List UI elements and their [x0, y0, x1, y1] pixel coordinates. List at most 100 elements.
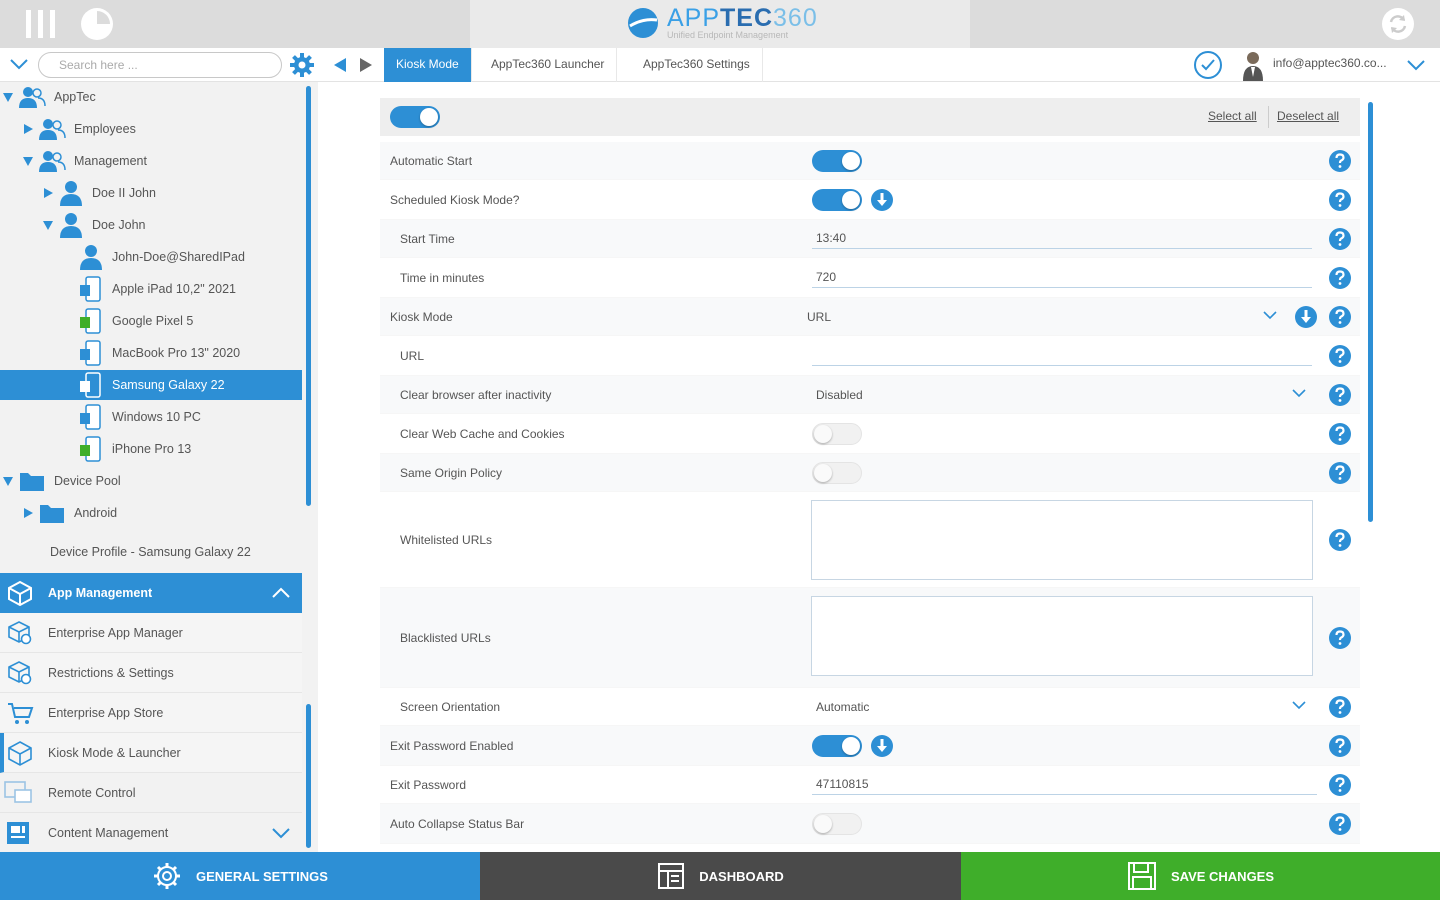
tree-node[interactable]: Samsung Galaxy 22: [0, 370, 302, 400]
chevron-down-icon[interactable]: [270, 825, 292, 841]
download-icon[interactable]: [870, 188, 894, 212]
setting-toggle[interactable]: [812, 189, 862, 211]
check-circle-icon[interactable]: [1193, 50, 1223, 80]
help-icon[interactable]: [1328, 383, 1352, 407]
caret-right-icon[interactable]: [42, 187, 54, 199]
tree-node[interactable]: Android: [22, 498, 117, 528]
master-toggle[interactable]: [390, 106, 440, 128]
setting-toggle[interactable]: [812, 813, 862, 835]
menu-icon[interactable]: [24, 8, 58, 40]
setting-row: Whitelisted URLs: [380, 492, 1360, 588]
content-scrollbar[interactable]: [1368, 102, 1373, 522]
setting-toggle[interactable]: [812, 462, 862, 484]
menu-item-enterprise-app-store[interactable]: Enterprise App Store: [0, 693, 302, 733]
help-icon[interactable]: [1328, 344, 1352, 368]
tree-node[interactable]: John-Doe@SharedIPad: [78, 242, 245, 272]
setting-toggle[interactable]: [812, 735, 862, 757]
group-icon: [38, 148, 66, 174]
caret-down-icon[interactable]: [22, 155, 34, 167]
setting-text-input[interactable]: [812, 266, 1312, 288]
tree-node[interactable]: Management: [22, 146, 147, 176]
tab-kiosk-mode[interactable]: Kiosk Mode: [384, 48, 472, 82]
arrow-left-icon[interactable]: [332, 57, 348, 73]
caret-right-icon[interactable]: [22, 507, 34, 519]
setting-select[interactable]: Automatic: [816, 696, 1306, 718]
help-icon[interactable]: [1328, 149, 1352, 173]
chevron-down-icon: [1292, 700, 1306, 710]
menu-item-remote-control[interactable]: Remote Control: [0, 773, 302, 813]
setting-label: Automatic Start: [390, 153, 473, 168]
setting-select[interactable]: URL: [807, 306, 1277, 328]
tree-node[interactable]: Employees: [22, 114, 136, 144]
chevron-down-icon[interactable]: [8, 55, 30, 73]
setting-label: Clear browser after inactivity: [400, 387, 552, 402]
setting-textarea[interactable]: [811, 500, 1313, 580]
menu-item-content-management[interactable]: Content Management: [0, 813, 302, 853]
tree-node[interactable]: Google Pixel 5: [78, 306, 193, 336]
tree-node[interactable]: AppTec: [2, 82, 96, 112]
help-icon[interactable]: [1328, 305, 1352, 329]
help-icon[interactable]: [1328, 695, 1352, 719]
tree-node[interactable]: Doe John: [42, 210, 146, 240]
tree-node[interactable]: MacBook Pro 13" 2020: [78, 338, 240, 368]
setting-textarea[interactable]: [811, 596, 1313, 676]
tree-scrollbar[interactable]: [306, 86, 311, 506]
setting-toggle[interactable]: [812, 423, 862, 445]
dashboard-button[interactable]: DASHBOARD: [480, 852, 961, 900]
caret-down-icon[interactable]: [42, 219, 54, 231]
search-input[interactable]: [38, 52, 282, 78]
tab-apptec360-launcher[interactable]: AppTec360 Launcher: [479, 48, 618, 82]
menu-item-label: Kiosk Mode & Launcher: [48, 745, 181, 760]
setting-toggle[interactable]: [812, 150, 862, 172]
setting-select[interactable]: Disabled: [816, 384, 1306, 406]
help-icon[interactable]: [1328, 528, 1352, 552]
download-icon[interactable]: [1294, 305, 1318, 329]
help-icon[interactable]: [1328, 773, 1352, 797]
deselect-all-link[interactable]: Deselect all: [1277, 109, 1339, 123]
help-icon[interactable]: [1328, 461, 1352, 485]
help-icon[interactable]: [1328, 227, 1352, 251]
dashboard-pie-icon[interactable]: [80, 7, 114, 41]
tree-node[interactable]: Windows 10 PC: [78, 402, 201, 432]
help-icon[interactable]: [1328, 188, 1352, 212]
caret-right-icon[interactable]: [22, 123, 34, 135]
setting-text-input[interactable]: [812, 344, 1312, 366]
select-all-link[interactable]: Select all: [1208, 109, 1257, 123]
tab-apptec360-settings[interactable]: AppTec360 Settings: [631, 48, 763, 82]
chevron-down-icon[interactable]: [1405, 56, 1427, 74]
save-changes-button[interactable]: SAVE CHANGES: [961, 852, 1440, 900]
help-icon[interactable]: [1328, 812, 1352, 836]
setting-text-input[interactable]: [812, 227, 1312, 249]
setting-text-input[interactable]: [812, 773, 1317, 795]
menu-item-restrictions-settings[interactable]: Restrictions & Settings: [0, 653, 302, 693]
help-icon[interactable]: [1328, 422, 1352, 446]
arrow-right-icon[interactable]: [358, 57, 374, 73]
tree-node-label: Samsung Galaxy 22: [112, 378, 225, 392]
menu-scrollbar[interactable]: [306, 704, 311, 848]
chevron-up-icon[interactable]: [270, 585, 292, 601]
app-management-header[interactable]: App Management: [0, 573, 302, 613]
help-icon[interactable]: [1328, 266, 1352, 290]
tree-node[interactable]: Doe II John: [42, 178, 156, 208]
tree-node[interactable]: Device Pool: [2, 466, 121, 496]
menu-item-kiosk-mode-launcher[interactable]: Kiosk Mode & Launcher: [0, 733, 302, 773]
help-icon[interactable]: [1328, 734, 1352, 758]
tree-node[interactable]: iPhone Pro 13: [78, 434, 191, 464]
download-icon[interactable]: [870, 734, 894, 758]
user-email[interactable]: info@apptec360.co...: [1273, 56, 1387, 70]
folder-icon: [18, 469, 46, 493]
setting-label: Time in minutes: [400, 270, 485, 285]
setting-row: Start Time: [380, 220, 1360, 258]
tree-node[interactable]: Apple iPad 10,2" 2021: [78, 274, 236, 304]
dashboard-label: DASHBOARD: [699, 868, 784, 884]
refresh-icon[interactable]: [1380, 6, 1416, 42]
caret-down-icon[interactable]: [2, 91, 14, 103]
menu-item-enterprise-app-manager[interactable]: Enterprise App Manager: [0, 613, 302, 653]
logo-number: 360: [773, 4, 818, 32]
caret-down-icon[interactable]: [2, 475, 14, 487]
apptec-logo: APPTEC360 Unified Endpoint Management: [470, 0, 970, 48]
gear-icon[interactable]: [288, 51, 316, 79]
general-settings-button[interactable]: GENERAL SETTINGS: [0, 852, 480, 900]
avatar[interactable]: [1240, 49, 1266, 81]
help-icon[interactable]: [1328, 626, 1352, 650]
